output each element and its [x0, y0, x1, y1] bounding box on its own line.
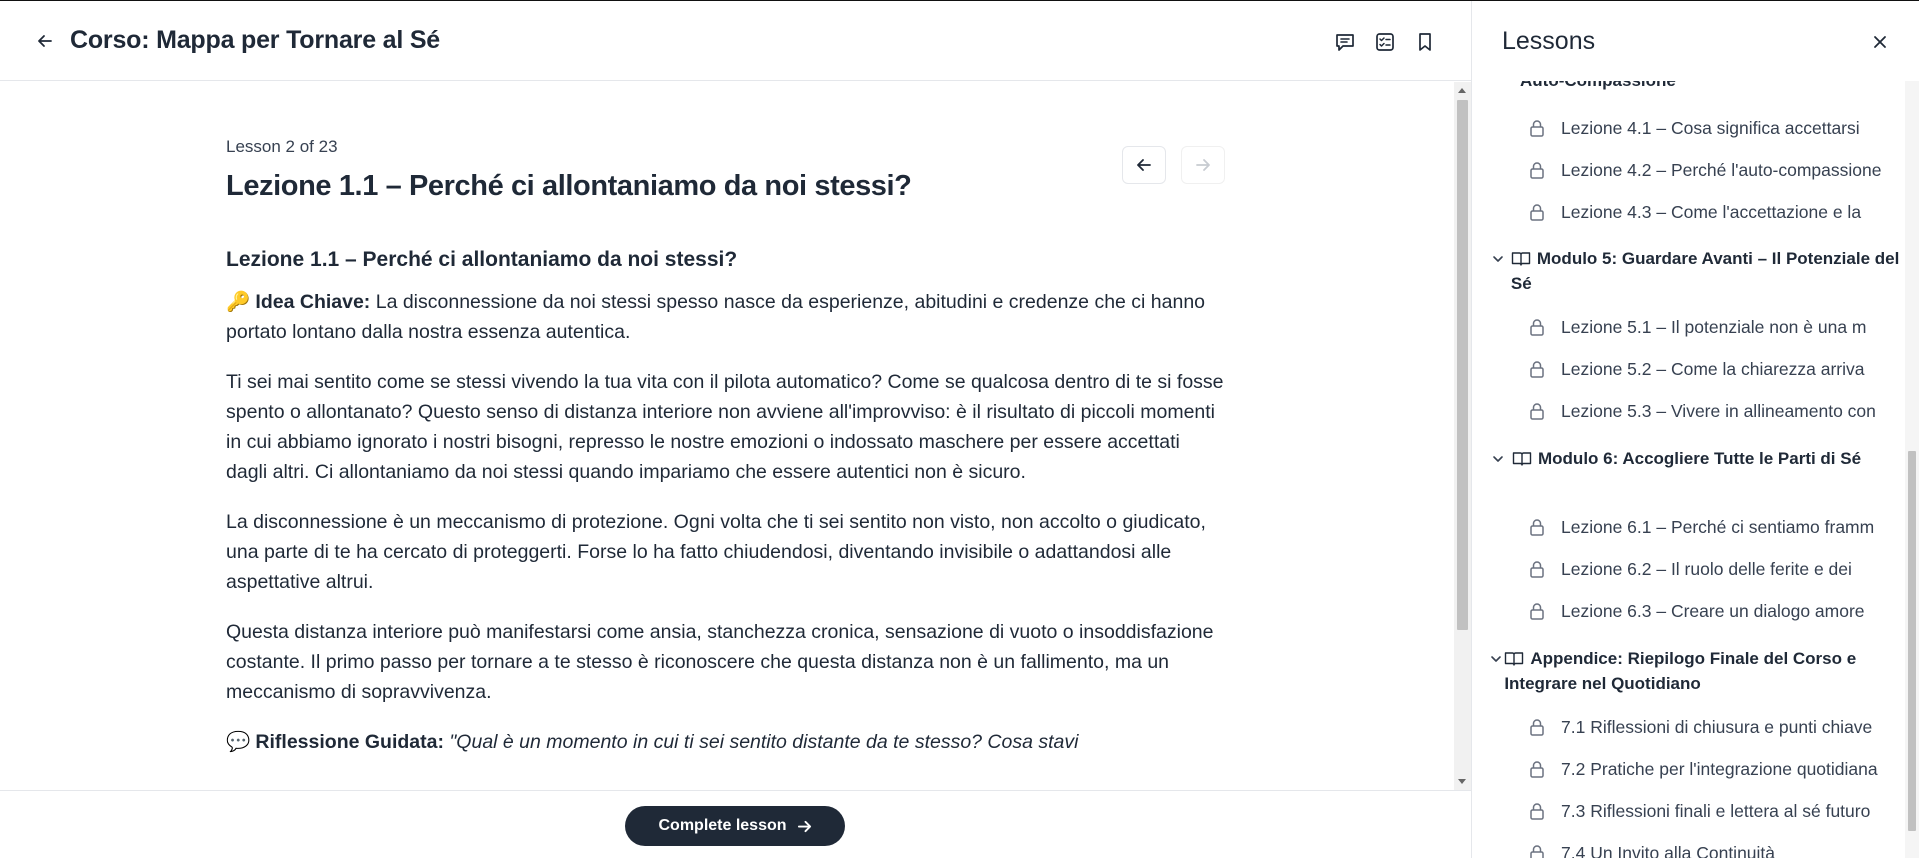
sidebar-lesson-7-2[interactable]: 7.2 Pratiche per l'integrazione quotidia… — [1527, 756, 1878, 782]
chevron-down-icon — [1490, 652, 1504, 696]
sidebar-lesson-label: Lezione 5.3 – Vivere in allineamento con — [1561, 400, 1876, 421]
lock-icon — [1527, 758, 1547, 780]
checklist-icon — [1376, 33, 1394, 51]
lesson-counter: Lesson 2 of 23 — [226, 137, 338, 156]
sidebar-module-5[interactable]: Modulo 5: Guardare Avanti – Il Potenzial… — [1492, 246, 1902, 296]
lessons-list[interactable]: Auto-Compassione Lezione 4.1 – Cosa sign… — [1472, 81, 1905, 858]
sidebar-scrollbar[interactable] — [1905, 81, 1919, 858]
sidebar-lesson-4-3[interactable]: Lezione 4.3 – Come l'accettazione e la — [1527, 199, 1861, 225]
lesson-body: Lezione 1.1 – Perché ci allontaniamo da … — [226, 245, 1226, 777]
lesson-heading: Lezione 1.1 – Perché ci allontaniamo da … — [226, 248, 738, 271]
sidebar-lesson-6-1[interactable]: Lezione 6.1 – Perché ci sentiamo framm — [1527, 514, 1874, 540]
lesson-title: Lezione 1.1 – Perché ci allontaniamo da … — [226, 170, 912, 202]
scroll-up-icon[interactable] — [1458, 88, 1466, 93]
content-scrollbar[interactable] — [1454, 82, 1471, 790]
previous-lesson-button[interactable] — [1122, 146, 1166, 184]
lock-icon — [1527, 159, 1547, 181]
reflection-text: "Qual è un momento in cui ti sei sentito… — [443, 731, 1079, 753]
sidebar-title: Lessons — [1502, 27, 1596, 55]
book-icon — [1511, 252, 1531, 266]
sidebar-lesson-7-3[interactable]: 7.3 Riflessioni finali e lettera al sé f… — [1527, 798, 1870, 824]
sidebar-lesson-label: 7.3 Riflessioni finali e lettera al sé f… — [1561, 800, 1871, 821]
reflection-paragraph: 💬 Riflessione Guidata: "Qual è un moment… — [226, 727, 1226, 757]
key-idea-label: Idea Chiave: — [255, 291, 371, 313]
arrow-left-icon — [1137, 159, 1151, 171]
close-sidebar-button[interactable] — [1867, 29, 1893, 55]
sidebar-lesson-label: Lezione 6.3 – Creare un dialogo amore — [1561, 600, 1865, 621]
arrow-left-icon — [38, 35, 52, 47]
sidebar-lesson-4-1[interactable]: Lezione 4.1 – Cosa significa accettarsi — [1527, 115, 1860, 141]
lock-icon — [1527, 600, 1547, 622]
sidebar-header: Lessons — [1472, 1, 1919, 81]
sidebar-lesson-4-2[interactable]: Lezione 4.2 – Perché l'auto-compassione — [1527, 157, 1882, 183]
book-icon — [1512, 452, 1532, 466]
course-header: Corso: Mappa per Tornare al Sé — [0, 1, 1471, 81]
next-lesson-button[interactable] — [1181, 146, 1225, 184]
comments-button[interactable] — [1332, 29, 1358, 55]
lock-icon — [1527, 316, 1547, 338]
arrow-right-icon — [797, 820, 811, 832]
key-idea-paragraph: 🔑 Idea Chiave: La disconnessione da noi … — [226, 287, 1226, 347]
lock-icon — [1527, 558, 1547, 580]
module-title: Modulo 5: Guardare Avanti – Il Potenzial… — [1510, 249, 1900, 293]
lock-icon — [1527, 842, 1547, 858]
sidebar-lesson-label: Lezione 5.2 – Come la chiarezza arriva — [1561, 358, 1865, 379]
key-idea-text: La disconnessione da noi stessi spesso n… — [226, 291, 1206, 343]
book-icon — [1505, 652, 1524, 666]
sidebar-lesson-label: 7.4 Un Invito alla Continuità — [1561, 842, 1776, 858]
content-scrollbar-thumb[interactable] — [1457, 100, 1468, 630]
sidebar-lesson-label: Lezione 6.2 – Il ruolo delle ferite e de… — [1561, 558, 1852, 579]
sidebar-scrollbar-thumb[interactable] — [1908, 451, 1916, 831]
scroll-down-icon[interactable] — [1458, 779, 1466, 784]
sidebar-module-appendix[interactable]: Appendice: Riepilogo Finale del Corso e … — [1490, 646, 1900, 696]
sidebar-lesson-label: Lezione 4.3 – Come l'accettazione e la — [1561, 201, 1862, 222]
sidebar-lesson-label: 7.2 Pratiche per l'integrazione quotidia… — [1561, 758, 1878, 779]
sidebar-lesson-label: Lezione 6.1 – Perché ci sentiamo framm — [1561, 516, 1875, 537]
reflection-label: Riflessione Guidata: — [255, 731, 444, 753]
sidebar-module-6[interactable]: Modulo 6: Accogliere Tutte le Parti di S… — [1492, 446, 1902, 471]
sidebar-lesson-5-1[interactable]: Lezione 5.1 – Il potenziale non è una m — [1527, 314, 1867, 340]
lessons-sidebar: Lessons Auto-Compassione Lezione 4.1 – C… — [1471, 1, 1919, 858]
bookmark-button[interactable] — [1412, 29, 1438, 55]
complete-lesson-button[interactable]: Complete lesson — [625, 806, 845, 846]
close-icon — [1874, 36, 1886, 48]
sidebar-lesson-6-2[interactable]: Lezione 6.2 – Il ruolo delle ferite e de… — [1527, 556, 1852, 582]
sidebar-lesson-label: Lezione 4.1 – Cosa significa accettarsi — [1561, 117, 1860, 138]
lock-icon — [1527, 117, 1547, 139]
lock-icon — [1527, 400, 1547, 422]
speech-bubble-icon: 💬 — [226, 731, 251, 753]
chevron-down-icon — [1492, 252, 1511, 296]
bookmark-icon — [1419, 33, 1431, 51]
lock-icon — [1527, 358, 1547, 380]
arrow-right-icon — [1196, 159, 1210, 171]
sidebar-lesson-label: 7.1 Riflessioni di chiusura e punti chia… — [1561, 716, 1873, 737]
lesson-footer: Complete lesson — [0, 790, 1471, 858]
complete-lesson-label: Complete lesson — [658, 817, 787, 834]
comment-icon — [1336, 34, 1354, 51]
lock-icon — [1527, 716, 1547, 738]
chevron-down-icon — [1492, 452, 1512, 471]
sidebar-lesson-5-3[interactable]: Lezione 5.3 – Vivere in allineamento con — [1527, 398, 1876, 424]
paragraph-1: Ti sei mai sentito come se stessi vivend… — [226, 371, 1224, 483]
module-title: Appendice: Riepilogo Finale del Corso e … — [1504, 649, 1857, 693]
sidebar-lesson-7-1[interactable]: 7.1 Riflessioni di chiusura e punti chia… — [1527, 714, 1872, 740]
paragraph-2: La disconnessione è un meccanismo di pro… — [226, 511, 1206, 593]
course-title: Corso: Mappa per Tornare al Sé — [70, 26, 441, 54]
checklist-button[interactable] — [1372, 29, 1398, 55]
module-4-title-partial: Auto-Compassione — [1520, 81, 1676, 91]
module-title: Modulo 6: Accogliere Tutte le Parti di S… — [1538, 449, 1862, 468]
lock-icon — [1527, 201, 1547, 223]
sidebar-lesson-5-2[interactable]: Lezione 5.2 – Come la chiarezza arriva — [1527, 356, 1865, 382]
lock-icon — [1527, 800, 1547, 822]
sidebar-lesson-7-4[interactable]: 7.4 Un Invito alla Continuità — [1527, 840, 1775, 858]
key-icon: 🔑 — [226, 291, 251, 313]
sidebar-lesson-label: Lezione 5.1 – Il potenziale non è una m — [1561, 316, 1867, 337]
sidebar-lesson-6-3[interactable]: Lezione 6.3 – Creare un dialogo amore — [1527, 598, 1865, 624]
lock-icon — [1527, 516, 1547, 538]
lesson-content[interactable]: Lesson 2 of 23 Lezione 1.1 – Perché ci a… — [0, 82, 1454, 790]
paragraph-3: Questa distanza interiore può manifestar… — [226, 621, 1214, 703]
back-button[interactable] — [32, 28, 58, 54]
lesson-main-area: Corso: Mappa per Tornare al Sé Lesson 2 … — [0, 1, 1471, 858]
sidebar-lesson-label: Lezione 4.2 – Perché l'auto-compassione — [1561, 159, 1882, 180]
